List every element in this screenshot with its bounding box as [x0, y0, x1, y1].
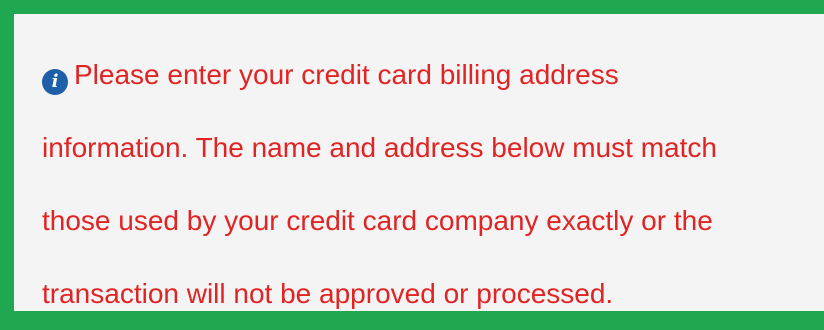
notice-line-3: those used by your credit card company e… [42, 205, 713, 236]
info-icon: i [42, 69, 68, 95]
notice-line-2: information. The name and address below … [42, 132, 717, 163]
billing-notice-message: i Please enter your credit card billing a… [42, 38, 812, 330]
notice-line-4: transaction will not be approved or proc… [42, 278, 614, 309]
notice-line-1-text: Please enter your credit card billing ad… [74, 59, 619, 90]
notice-line-1: i Please enter your credit card billing a… [42, 38, 812, 111]
billing-notice-panel: i Please enter your credit card billing a… [14, 14, 824, 311]
